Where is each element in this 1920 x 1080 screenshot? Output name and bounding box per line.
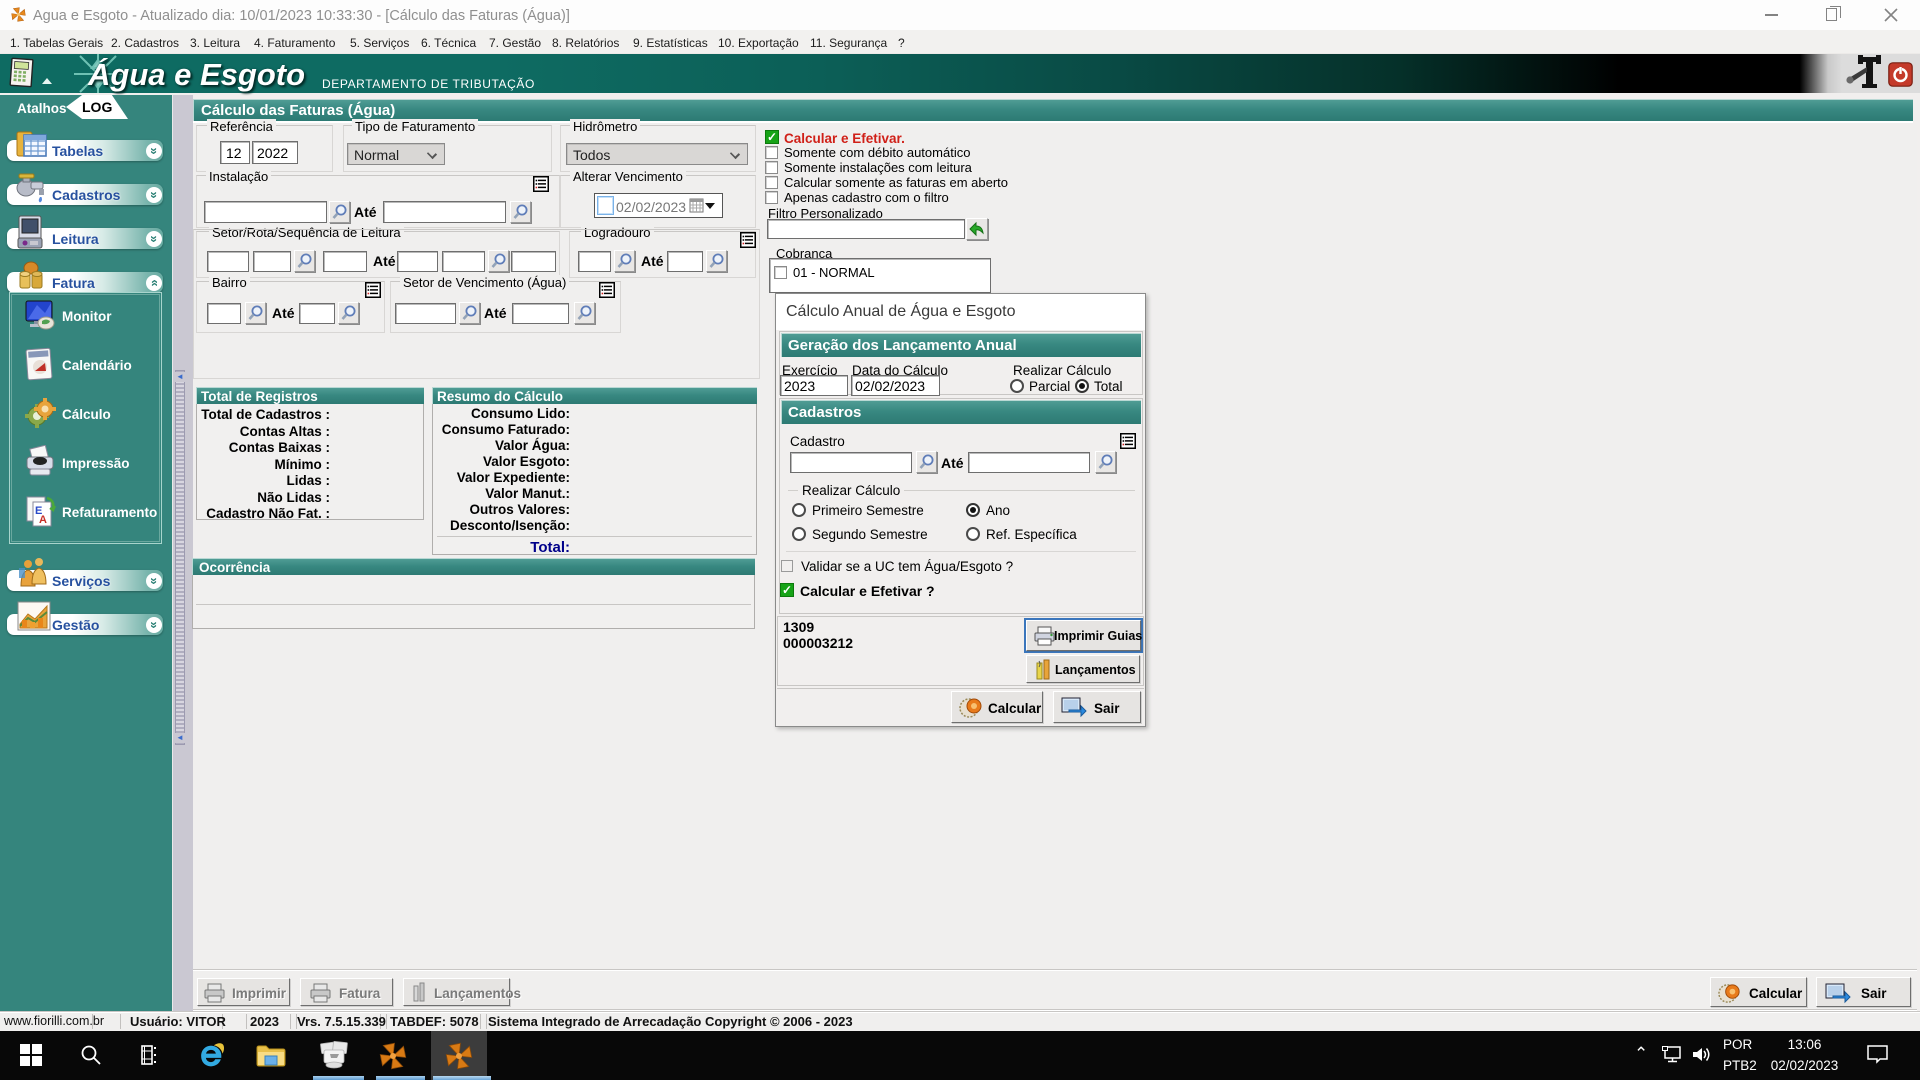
svg-text:A: A [39,514,47,526]
